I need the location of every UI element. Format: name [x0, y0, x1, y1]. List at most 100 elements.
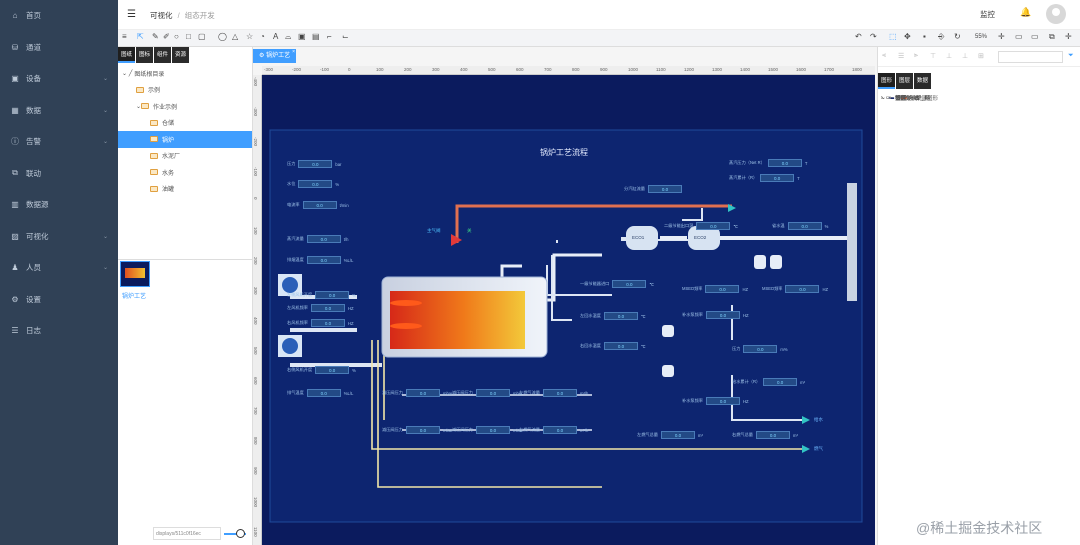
path-field[interactable]: displays/511c0f16ec — [153, 527, 221, 540]
zoom-slider-handle[interactable] — [236, 529, 245, 538]
close-tab-icon[interactable]: × — [292, 45, 295, 59]
field-value[interactable]: 0.0 — [767, 159, 802, 167]
pointer-icon[interactable]: ⇱ — [137, 32, 144, 41]
field-value[interactable]: 0.0 — [315, 366, 350, 374]
field-value[interactable]: 0.0 — [785, 285, 820, 293]
preview-icon[interactable]: ⎆ — [938, 32, 944, 42]
distribute-icon[interactable]: ⊞ — [978, 52, 984, 60]
copy-icon[interactable]: ⧉ — [1049, 32, 1055, 42]
bell-icon[interactable]: 🔔 — [1020, 7, 1031, 18]
sidebar-item[interactable]: ▨ 可视化 ⌄ — [0, 221, 118, 253]
avatar[interactable] — [1046, 4, 1066, 24]
text-tool-icon[interactable]: A — [273, 32, 278, 41]
circle-tool-icon[interactable]: ○ — [174, 32, 179, 41]
save-icon[interactable]: ▪ — [923, 32, 926, 41]
move-icon[interactable]: ✥ — [904, 32, 911, 41]
tree-node[interactable]: 水务 — [118, 164, 252, 181]
field-value[interactable]: 0.0 — [306, 256, 341, 264]
right-tab[interactable]: 图形 — [878, 73, 896, 89]
ellipse-tool-icon[interactable]: ◯ — [218, 32, 227, 41]
editor-tab[interactable]: ⚙ 锅炉工艺 × — [253, 49, 297, 63]
zoom-level[interactable]: 55% — [975, 34, 987, 40]
sidebar-item[interactable]: ▥ 数据源 — [0, 189, 118, 221]
sidebar-item[interactable]: ▦ 数据 ⌄ — [0, 95, 118, 127]
right-tab[interactable]: 数据 — [914, 73, 932, 89]
arc-tool-icon[interactable]: ◔ — [260, 32, 265, 41]
tree-node[interactable]: 水泥厂 — [118, 148, 252, 165]
expand-icon[interactable]: ✛ — [1065, 32, 1072, 41]
field-value[interactable]: 0.0 — [306, 235, 341, 243]
field-value[interactable]: 0.0 — [603, 312, 638, 320]
field-value[interactable]: 0.0 — [755, 431, 790, 439]
fullscreen-icon[interactable]: ▭ — [1031, 32, 1039, 41]
field-value[interactable]: 0.0 — [705, 285, 740, 293]
pump-3[interactable] — [662, 325, 674, 337]
sidebar-item[interactable]: ♟ 人员 ⌄ — [0, 252, 118, 284]
tree-node[interactable]: 油罐 — [118, 181, 252, 198]
redo-icon[interactable]: ↷ — [870, 32, 877, 41]
panel-icon[interactable]: ▭ — [1015, 32, 1023, 41]
pump-2[interactable] — [770, 255, 782, 269]
field-value[interactable]: 0.0 — [705, 311, 740, 319]
triangle-tool-icon[interactable]: △ — [232, 32, 238, 41]
align-right-icon[interactable]: ⫸ — [914, 52, 918, 60]
align-bottom-icon[interactable]: ⊥ — [962, 52, 968, 60]
field-value[interactable]: 0.0 — [298, 160, 333, 168]
chevron-right-icon[interactable]: › — [881, 95, 883, 101]
sidebar-item[interactable]: ⚙ 设置 — [0, 284, 118, 316]
field-value[interactable]: 0.0 — [310, 319, 345, 327]
sidebar-item[interactable]: ▣ 设备 ⌄ — [0, 63, 118, 95]
sidebar-item[interactable]: ⌂ 首页 — [0, 0, 118, 32]
tree-node[interactable]: 锅炉 — [118, 131, 252, 148]
field-value[interactable]: 0.0 — [705, 397, 740, 405]
fit-icon[interactable]: ✛ — [998, 32, 1005, 41]
field-value[interactable]: 0.0 — [603, 342, 638, 350]
layer-node[interactable]: › ▭ 数据 — [878, 90, 906, 107]
star-tool-icon[interactable]: ☆ — [246, 32, 253, 41]
undo-icon[interactable]: ↶ — [855, 32, 862, 41]
tree-node[interactable]: 示例 — [118, 82, 252, 99]
field-value[interactable]: 0.0 — [405, 426, 440, 434]
field-value[interactable]: 0.0 — [760, 174, 795, 182]
rect-tool-icon[interactable]: □ — [186, 32, 191, 41]
sidebar-item[interactable]: ☰ 日志 — [0, 315, 118, 347]
left-tab[interactable]: 资源 — [172, 47, 190, 63]
pump-1[interactable] — [754, 255, 766, 269]
image-tool-icon[interactable]: ▣ — [298, 32, 306, 41]
left-tab[interactable]: 图纸 — [118, 47, 136, 63]
sidebar-item[interactable]: ⛁ 通道 — [0, 32, 118, 64]
monitor-link[interactable]: 监控 — [980, 9, 995, 20]
sidebar-item[interactable]: ⓘ 告警 ⌄ — [0, 126, 118, 158]
drawing-thumbnail[interactable] — [120, 261, 150, 287]
field-value[interactable]: 0.0 — [763, 378, 798, 386]
pen-icon[interactable]: ✎ — [152, 32, 159, 41]
left-tab[interactable]: 组件 — [154, 47, 172, 63]
refresh-icon[interactable]: ↻ — [954, 32, 961, 41]
field-value[interactable]: 0.0 — [787, 222, 822, 230]
tree-node[interactable]: ⌄ 作业示例 — [118, 98, 252, 115]
field-value[interactable]: 0.0 — [405, 389, 440, 397]
pencil-icon[interactable]: ✐ — [163, 32, 170, 41]
field-value[interactable]: 0.0 — [743, 345, 778, 353]
select-icon[interactable]: ⬚ — [889, 32, 897, 41]
hamburger-icon[interactable]: ≡ — [122, 32, 127, 41]
align-top-icon[interactable]: ⊤ — [930, 52, 936, 60]
breadcrumb-visual[interactable]: 可视化 — [150, 11, 173, 20]
field-value[interactable]: 0.0 — [542, 426, 577, 434]
field-value[interactable]: 0.0 — [696, 222, 731, 230]
tree-node[interactable]: 仓储 — [118, 115, 252, 132]
pump-4[interactable] — [662, 365, 674, 377]
field-value[interactable]: 0.0 — [306, 389, 341, 397]
tree-node[interactable]: ⌄ ╱ 图纸根目录 — [118, 65, 252, 82]
menu-toggle-icon[interactable]: ☰ — [127, 9, 136, 20]
filter-icon[interactable]: ⏷ — [1068, 52, 1074, 60]
connector2-tool-icon[interactable]: ⌙ — [342, 32, 349, 41]
square-tool-icon[interactable]: ▢ — [198, 32, 206, 41]
field-value[interactable]: 0.0 — [315, 291, 350, 299]
chart-tool-icon[interactable]: ▤ — [312, 32, 320, 41]
align-center-icon[interactable]: ☰ — [898, 52, 904, 60]
field-value[interactable]: 0.0 — [302, 201, 337, 209]
field-value[interactable]: 0.0 — [475, 426, 510, 434]
field-value[interactable]: 0.0 — [647, 185, 682, 193]
field-value[interactable]: 0.0 — [298, 180, 333, 188]
